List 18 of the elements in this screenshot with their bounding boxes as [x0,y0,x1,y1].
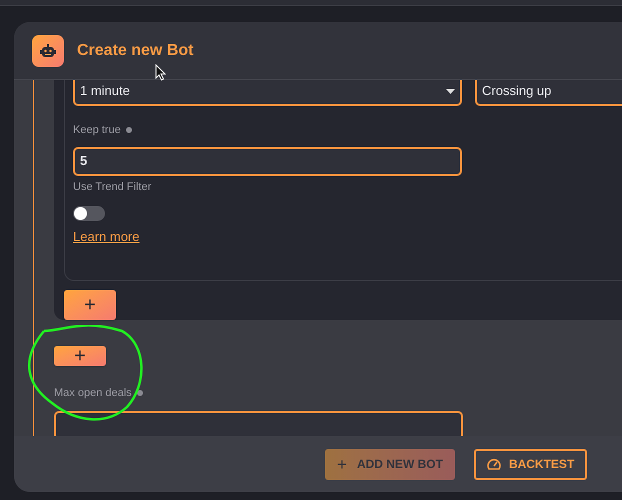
trend-filter-toggle[interactable] [73,206,105,221]
info-icon [126,127,132,134]
dialog-title: Create new Bot [77,40,194,60]
add-button[interactable]: + [64,290,116,320]
operator-select[interactable]: Crossing up [475,80,622,106]
field-label: Keep true [73,123,121,138]
robot-icon [32,34,64,66]
dropdown-caret-icon [446,88,455,94]
add-button[interactable]: + [54,346,106,366]
field-label: Use Trend Filter [73,180,152,194]
mouse-cursor-icon [155,64,166,81]
backtest-button[interactable]: BACKTEST [474,448,588,480]
timeframe-select[interactable]: 1 minute [73,80,462,106]
field-label: Max open deals [54,386,132,401]
gauge-icon [486,458,501,470]
keep-true-field[interactable]: 5 [73,146,462,176]
max-open-deals-field[interactable] [54,410,463,436]
learn-more-link[interactable]: Learn more [73,227,140,246]
